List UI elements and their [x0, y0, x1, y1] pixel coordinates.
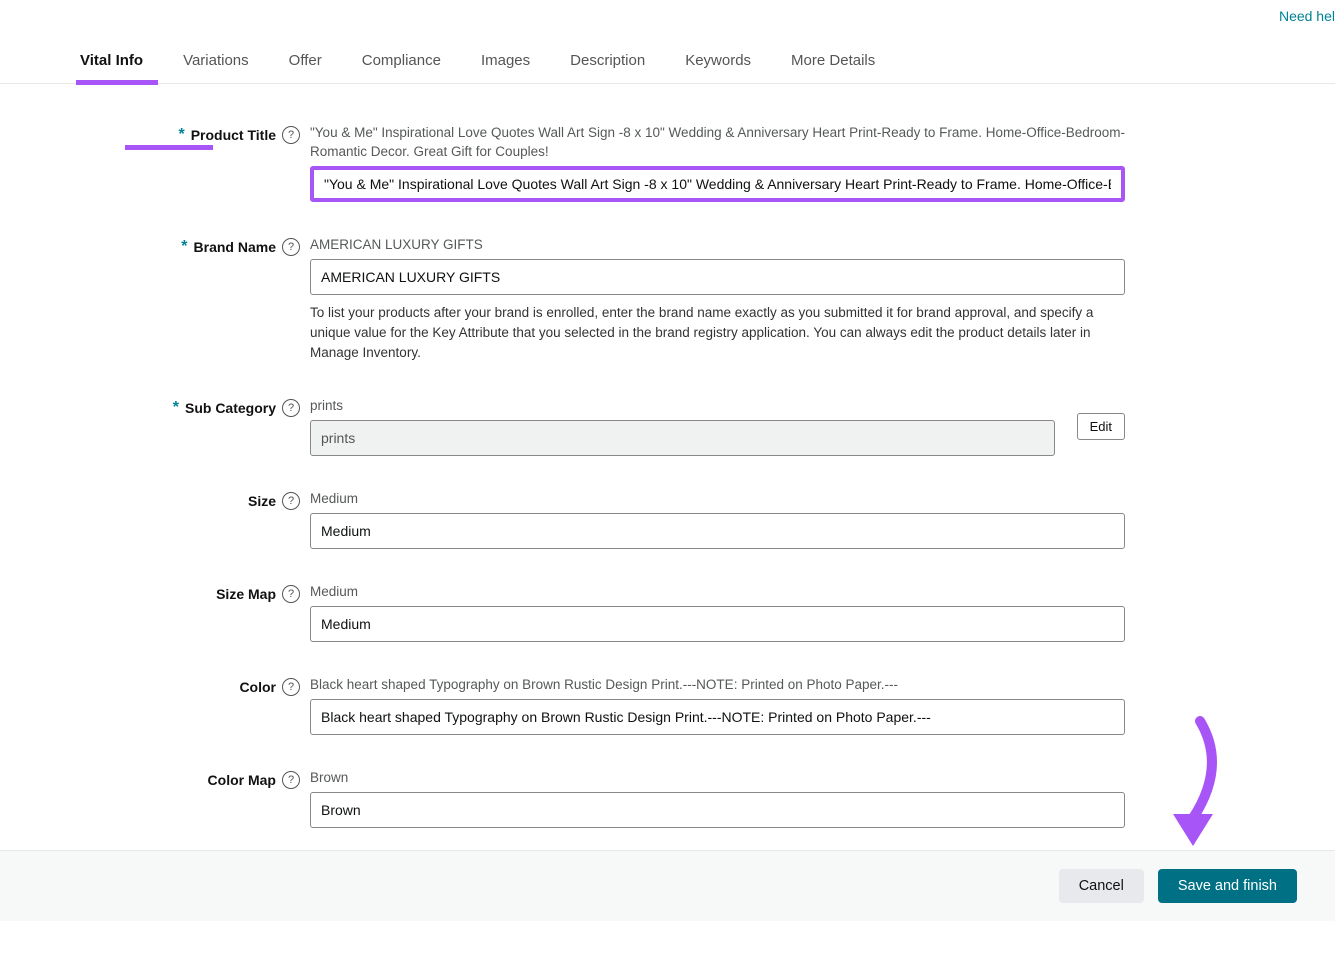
required-asterisk: *	[173, 399, 179, 417]
brand-name-help: To list your products after your brand i…	[310, 303, 1125, 364]
field-size-map: Size Map ? Medium	[60, 583, 1275, 642]
size-map-label: Size Map	[216, 586, 276, 602]
help-icon[interactable]: ?	[282, 238, 300, 256]
required-asterisk: *	[178, 126, 184, 144]
size-map-hint: Medium	[310, 583, 1125, 602]
help-icon[interactable]: ?	[282, 678, 300, 696]
help-icon[interactable]: ?	[282, 399, 300, 417]
tab-images[interactable]: Images	[461, 38, 550, 83]
tab-vital-info[interactable]: Vital Info	[60, 38, 163, 83]
tab-offer[interactable]: Offer	[269, 38, 342, 83]
cancel-button[interactable]: Cancel	[1059, 869, 1144, 903]
help-icon[interactable]: ?	[282, 771, 300, 789]
tab-description[interactable]: Description	[550, 38, 665, 83]
annotation-underline-tab	[76, 80, 158, 85]
sub-category-label: Sub Category	[185, 400, 276, 416]
tab-bar: Vital Info Variations Offer Compliance I…	[0, 38, 1335, 84]
brand-name-label: Brand Name	[194, 239, 276, 255]
tab-keywords[interactable]: Keywords	[665, 38, 771, 83]
required-asterisk: *	[181, 238, 187, 256]
field-sub-category: * Sub Category ? prints Edit	[60, 397, 1275, 456]
product-title-hint: "You & Me" Inspirational Love Quotes Wal…	[310, 124, 1125, 162]
help-icon[interactable]: ?	[282, 492, 300, 510]
field-product-title: * Product Title ? "You & Me" Inspiration…	[60, 124, 1275, 202]
help-link[interactable]: Need hel	[1279, 8, 1335, 24]
size-input[interactable]	[310, 513, 1125, 549]
color-hint: Black heart shaped Typography on Brown R…	[310, 676, 1125, 695]
color-map-label: Color Map	[208, 772, 276, 788]
footer-bar: Cancel Save and finish	[0, 850, 1335, 921]
product-title-input[interactable]	[310, 166, 1125, 202]
product-title-label: Product Title	[191, 127, 276, 143]
field-color-map: Color Map ? Brown	[60, 769, 1275, 828]
sub-category-input	[310, 420, 1055, 456]
help-icon[interactable]: ?	[282, 126, 300, 144]
tab-variations[interactable]: Variations	[163, 38, 269, 83]
brand-name-input[interactable]	[310, 259, 1125, 295]
size-hint: Medium	[310, 490, 1125, 509]
size-map-input[interactable]	[310, 606, 1125, 642]
save-and-finish-button[interactable]: Save and finish	[1158, 869, 1297, 903]
brand-name-hint: AMERICAN LUXURY GIFTS	[310, 236, 1125, 255]
field-color: Color ? Black heart shaped Typography on…	[60, 676, 1275, 735]
color-label: Color	[239, 679, 276, 695]
sub-category-hint: prints	[310, 397, 1055, 416]
form-content: * Product Title ? "You & Me" Inspiration…	[0, 84, 1335, 962]
color-map-input[interactable]	[310, 792, 1125, 828]
color-input[interactable]	[310, 699, 1125, 735]
field-size: Size ? Medium	[60, 490, 1275, 549]
field-brand-name: * Brand Name ? AMERICAN LUXURY GIFTS To …	[60, 236, 1275, 364]
tab-more-details[interactable]: More Details	[771, 38, 895, 83]
edit-button[interactable]: Edit	[1077, 413, 1125, 440]
color-map-hint: Brown	[310, 769, 1125, 788]
help-icon[interactable]: ?	[282, 585, 300, 603]
annotation-underline-label	[125, 145, 213, 150]
tab-compliance[interactable]: Compliance	[342, 38, 461, 83]
size-label: Size	[248, 493, 276, 509]
